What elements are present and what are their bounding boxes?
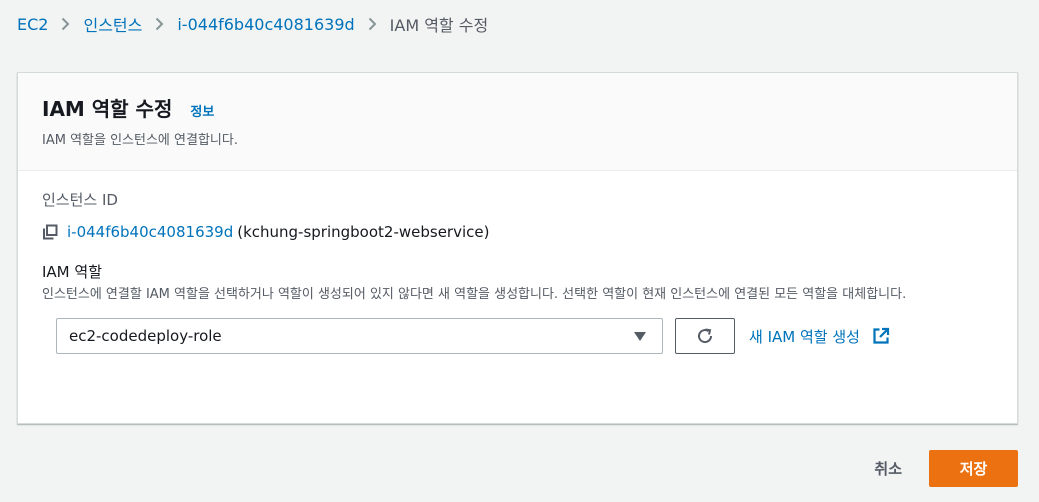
instance-id-label: 인스턴스 ID: [42, 191, 118, 209]
info-link[interactable]: 정보: [190, 101, 214, 120]
chevron-right-icon: [61, 17, 70, 31]
breadcrumb: EC2 인스턴스 i-044f6b40c4081639d IAM 역할 수정: [17, 12, 488, 36]
iam-role-controls: ec2-codedeploy-role 새 IAM 역할 생성: [56, 318, 993, 354]
instance-name: (kchung-springboot2-webservice): [237, 223, 490, 241]
chevron-right-icon: [368, 17, 377, 31]
iam-role-selected-value: ec2-codedeploy-role: [69, 327, 222, 345]
form-actions: 취소 저장: [874, 450, 1018, 487]
breadcrumb-ec2[interactable]: EC2: [17, 15, 48, 34]
breadcrumb-instances[interactable]: 인스턴스: [83, 12, 142, 36]
breadcrumb-instance-id[interactable]: i-044f6b40c4081639d: [177, 15, 354, 34]
instance-id-link[interactable]: i-044f6b40c4081639d: [67, 223, 233, 241]
panel-header: IAM 역할 수정 정보 IAM 역할을 인스턴스에 연결합니다.: [18, 73, 1017, 171]
modify-iam-role-panel: IAM 역할 수정 정보 IAM 역할을 인스턴스에 연결합니다. 인스턴스 I…: [17, 72, 1018, 424]
panel-body: 인스턴스 ID i-044f6b40c4081639d (kchung-spri…: [18, 171, 1017, 354]
cancel-button[interactable]: 취소: [874, 458, 902, 479]
copy-icon[interactable]: [42, 224, 58, 240]
panel-title-row: IAM 역할 수정 정보: [42, 93, 993, 122]
panel-description: IAM 역할을 인스턴스에 연결합니다.: [42, 133, 238, 148]
iam-role-description: 인스턴스에 연결할 IAM 역할을 선택하거나 역할이 생성되어 있지 않다면 …: [42, 287, 907, 302]
page-title: IAM 역할 수정: [42, 97, 173, 121]
create-iam-role-link[interactable]: 새 IAM 역할 생성: [749, 326, 890, 347]
breadcrumb-current: IAM 역할 수정: [389, 16, 489, 35]
save-button[interactable]: 저장: [929, 450, 1018, 487]
iam-role-select[interactable]: ec2-codedeploy-role: [56, 318, 663, 354]
refresh-icon: [698, 328, 713, 344]
chevron-right-icon: [155, 17, 164, 31]
refresh-button[interactable]: [675, 318, 735, 354]
external-link-icon: [872, 327, 890, 345]
iam-role-label: IAM 역할: [42, 263, 102, 281]
create-iam-role-label: 새 IAM 역할 생성: [749, 327, 860, 346]
instance-id-row: i-044f6b40c4081639d (kchung-springboot2-…: [42, 223, 993, 241]
caret-down-icon: [634, 331, 646, 341]
